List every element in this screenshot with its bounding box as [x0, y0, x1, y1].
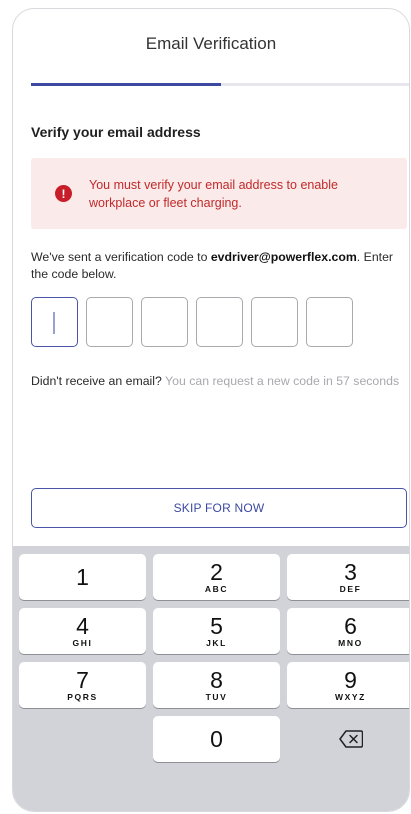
- code-digit-5[interactable]: [251, 297, 298, 347]
- key-letters: JKL: [206, 638, 227, 648]
- resend-countdown: You can request a new code in 57 seconds: [161, 374, 400, 388]
- key-6[interactable]: 6 MNO: [287, 608, 409, 654]
- key-number: 8: [210, 667, 223, 693]
- key-0[interactable]: 0: [153, 716, 280, 762]
- verification-info: We've sent a verification code to evdriv…: [31, 249, 409, 283]
- section-title: Verify your email address: [31, 124, 201, 140]
- key-2[interactable]: 2 ABC: [153, 554, 280, 600]
- key-number: 6: [344, 613, 357, 639]
- info-prefix: We've sent a verification code to: [31, 250, 211, 264]
- key-number: 2: [210, 559, 223, 585]
- error-alert: ! You must verify your email address to …: [31, 158, 407, 229]
- resend-info: Didn't receive an email? You can request…: [31, 373, 401, 390]
- progress-bar-fill: [31, 83, 221, 86]
- key-letters: TUV: [205, 692, 228, 702]
- code-digit-4[interactable]: [196, 297, 243, 347]
- key-1[interactable]: 1: [19, 554, 146, 600]
- code-digit-1[interactable]: [31, 297, 78, 347]
- key-number: 7: [76, 667, 89, 693]
- phone-frame: Email Verification Verify your email add…: [12, 8, 410, 812]
- skip-button[interactable]: SKIP FOR NOW: [31, 488, 407, 528]
- backspace-icon: [338, 730, 363, 748]
- key-letters: GHI: [72, 638, 93, 648]
- key-7[interactable]: 7 PQRS: [19, 662, 146, 708]
- key-letters: PQRS: [67, 692, 98, 702]
- key-letters: WXYZ: [335, 692, 366, 702]
- key-3[interactable]: 3 DEF: [287, 554, 409, 600]
- key-number: 9: [344, 667, 357, 693]
- alert-message: You must verify your email address to en…: [89, 178, 338, 210]
- email-address: evdriver@powerflex.com: [210, 250, 357, 264]
- code-digit-3[interactable]: [141, 297, 188, 347]
- key-letters: MNO: [338, 638, 363, 648]
- key-number: 3: [344, 559, 357, 585]
- key-9[interactable]: 9 WXYZ: [287, 662, 409, 708]
- page-title: Email Verification: [145, 34, 277, 53]
- text-cursor: [53, 312, 55, 334]
- key-8[interactable]: 8 TUV: [153, 662, 280, 708]
- key-number: 4: [76, 613, 89, 639]
- key-5[interactable]: 5 JKL: [153, 608, 280, 654]
- key-number: 5: [210, 613, 223, 639]
- resend-prompt: Didn't receive an email?: [31, 374, 162, 388]
- numeric-keypad: 1 2 ABC 3 DEF 4 GHI 5 JKL 6 MNO 7 PQRS 8 TUV 9W…: [13, 546, 409, 811]
- key-number: 0: [210, 726, 223, 752]
- progress-bar: [31, 83, 409, 86]
- exclamation-icon: !: [55, 185, 72, 202]
- key-4[interactable]: 4 GHI: [19, 608, 146, 654]
- code-digit-2[interactable]: [86, 297, 133, 347]
- backspace-key[interactable]: [287, 716, 409, 762]
- key-letters: ABC: [204, 584, 229, 594]
- code-input-row: [31, 297, 409, 347]
- key-letters: DEF: [339, 584, 362, 594]
- code-digit-6[interactable]: [306, 297, 353, 347]
- key-number: 1: [76, 564, 89, 590]
